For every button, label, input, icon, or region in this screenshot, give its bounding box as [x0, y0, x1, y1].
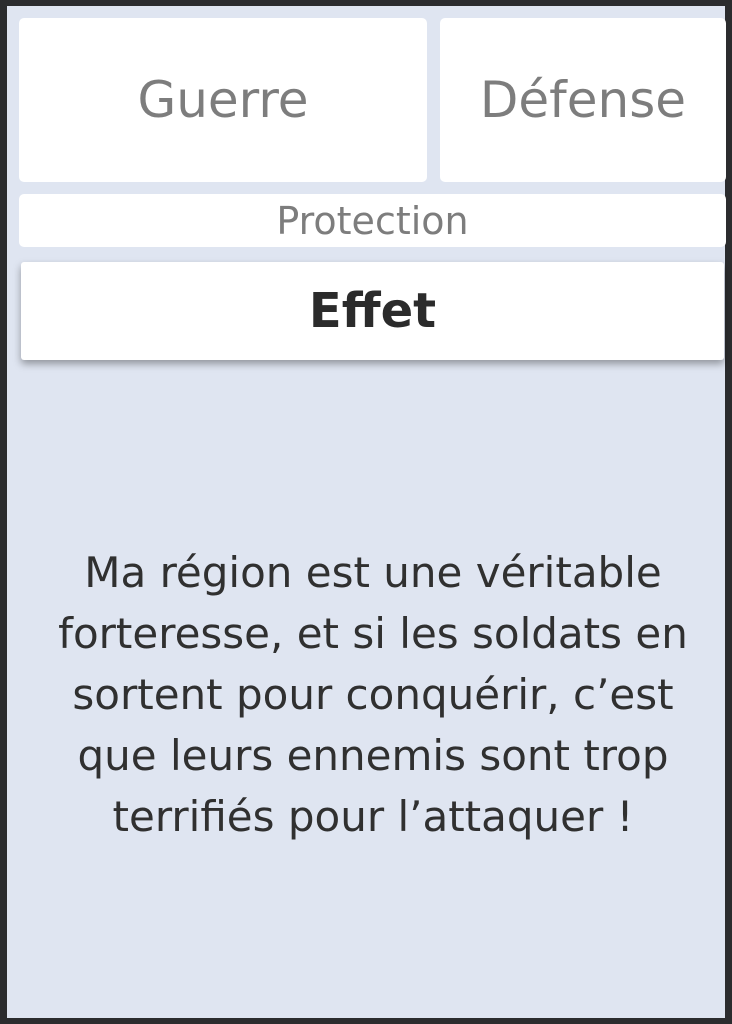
- tab-protection[interactable]: Protection: [19, 194, 726, 247]
- effect-line-2: forteresse, et si les soldats en: [58, 609, 688, 658]
- app-frame: Guerre Défense Protection Effet Ma régio…: [0, 0, 732, 1024]
- tab-defense[interactable]: Défense: [440, 18, 726, 182]
- tab-defense-label: Défense: [479, 71, 687, 129]
- effect-line-4: que leurs ennemis sont trop: [77, 731, 669, 780]
- effect-header-title: Effet: [308, 283, 437, 339]
- effect-line-5: terrifiés pour l’attaquer !: [112, 792, 634, 841]
- tab-guerre[interactable]: Guerre: [19, 18, 427, 182]
- tab-guerre-label: Guerre: [137, 71, 309, 129]
- tab-protection-label: Protection: [276, 198, 469, 243]
- effect-line-3: sortent pour conquérir, c’est: [72, 670, 674, 719]
- effect-line-1: Ma région est une véritable: [84, 548, 662, 597]
- effect-header: Effet: [21, 262, 724, 360]
- effect-description: Ma région est une véritable forteresse, …: [19, 542, 727, 847]
